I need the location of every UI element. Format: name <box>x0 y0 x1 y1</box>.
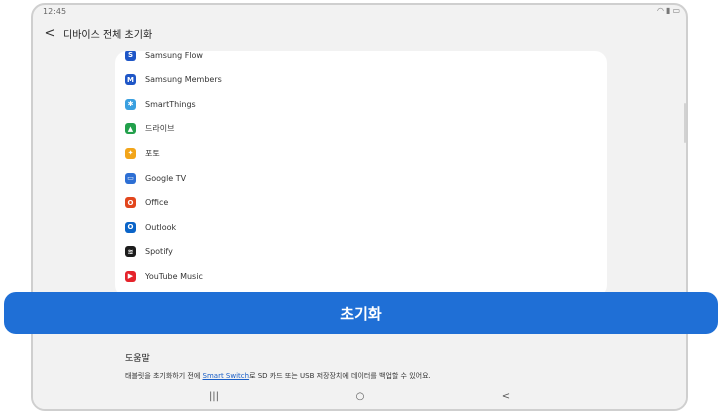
status-icons: ◠ ▮ ▭ <box>657 6 680 15</box>
status-bar: 12:45 ◠ ▮ ▭ <box>33 5 686 19</box>
app-label: Samsung Flow <box>145 51 203 60</box>
youtube-music-icon: ▶ <box>125 270 136 282</box>
navigation-bar: ||| ○ < <box>33 383 686 409</box>
samsung-members-icon: M <box>125 74 136 86</box>
list-item[interactable]: ✦ 포토 <box>115 141 607 165</box>
help-text-after: 로 SD 카드 또는 USB 저장장치에 데이터를 백업할 수 있어요. <box>249 372 431 380</box>
reset-button[interactable]: 초기화 <box>4 292 718 334</box>
home-icon: ○ <box>355 390 365 402</box>
spotify-icon: ≋ <box>125 246 136 258</box>
wifi-icon: ◠ <box>657 6 665 15</box>
app-label: Google TV <box>145 173 187 183</box>
office-icon: O <box>125 197 136 209</box>
list-item[interactable]: ▲ 드라이브 <box>115 117 607 141</box>
app-label: 포토 <box>145 148 160 158</box>
list-item[interactable]: ≋ Spotify <box>115 240 607 264</box>
help-title: 도움말 <box>125 354 150 364</box>
list-item[interactable]: O Outlook <box>115 215 607 239</box>
list-item[interactable]: ▶ YouTube Music <box>115 264 607 288</box>
header: < 디바이스 전체 초기화 <box>33 21 686 45</box>
page-title: 디바이스 전체 초기화 <box>63 29 153 41</box>
google-tv-icon: ▭ <box>125 172 136 184</box>
back-arrow-icon: < <box>44 25 56 41</box>
list-item[interactable]: O Office <box>115 191 607 215</box>
app-label: YouTube Music <box>145 271 203 281</box>
nav-back-button[interactable]: < <box>497 389 515 403</box>
list-item[interactable]: S Samsung Flow <box>115 51 607 67</box>
list-item[interactable]: ▭ Google TV <box>115 166 607 190</box>
list-item[interactable]: ✱ SmartThings <box>115 92 607 116</box>
app-label: SmartThings <box>145 99 196 109</box>
smartthings-icon: ✱ <box>125 98 136 110</box>
battery-icon: ▭ <box>672 6 680 15</box>
recents-icon: ||| <box>208 390 220 402</box>
status-time: 12:45 <box>43 7 67 16</box>
google-drive-icon: ▲ <box>125 123 136 135</box>
scrollbar-thumb[interactable] <box>684 103 686 143</box>
app-label: Outlook <box>145 222 177 232</box>
help-text: 태블릿을 초기화하기 전에 Smart Switch로 SD 카드 또는 USB… <box>125 371 431 381</box>
signal-icon: ▮ <box>666 6 671 15</box>
smart-switch-link[interactable]: Smart Switch <box>203 372 250 380</box>
samsung-flow-icon: S <box>125 51 136 61</box>
app-label: Spotify <box>145 247 173 257</box>
recents-button[interactable]: ||| <box>205 389 223 403</box>
app-label: Office <box>145 198 169 208</box>
help-text-before: 태블릿을 초기화하기 전에 <box>125 372 203 380</box>
app-label: 드라이브 <box>145 124 175 134</box>
google-photos-icon: ✦ <box>125 147 136 159</box>
device-screen: 12:45 ◠ ▮ ▭ < 디바이스 전체 초기화 S Samsung Flow M… <box>31 3 688 411</box>
app-label: Samsung Members <box>145 75 222 85</box>
list-item[interactable]: M Samsung Members <box>115 68 607 92</box>
outlook-icon: O <box>125 221 136 233</box>
home-button[interactable]: ○ <box>351 389 369 403</box>
back-button[interactable]: < <box>39 22 61 44</box>
nav-back-icon: < <box>501 390 511 402</box>
app-list-card: S Samsung Flow M Samsung Members ✱ SmartThing… <box>115 51 607 297</box>
